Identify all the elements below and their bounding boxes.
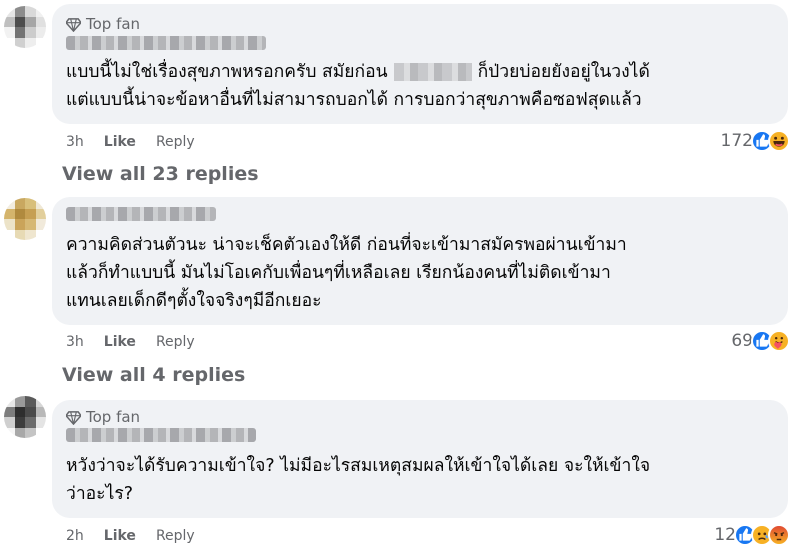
author-name[interactable] [66, 428, 256, 442]
comment-actions: 3h Like Reply [66, 134, 195, 150]
comment-bubble: Top fan แบบนี้ไม่ใช่เรื่องสุขภาพหรอกครับ… [52, 4, 788, 124]
reaction-summary[interactable]: 69 [731, 330, 790, 352]
like-button[interactable]: Like [104, 134, 136, 150]
reaction-summary[interactable]: 172 [721, 130, 790, 152]
comment-text: ความคิดส่วนตัวนะ น่าจะเช็คตัวเองให้ดี ก่… [66, 235, 627, 311]
reply-button[interactable]: Reply [156, 528, 195, 544]
reaction-summary[interactable]: 12 [714, 524, 790, 545]
author-name[interactable] [66, 207, 216, 221]
diamond-icon [66, 410, 81, 425]
view-replies-link[interactable]: View all 23 replies [62, 163, 259, 185]
like-button[interactable]: Like [104, 334, 136, 350]
comment-actions: 2h Like Reply [66, 528, 195, 544]
comment-bubble: Top fan หวังว่าจะได้รับความเข้าใจ? ไม่มี… [52, 400, 788, 518]
avatar[interactable] [4, 396, 46, 438]
like-button[interactable]: Like [104, 528, 136, 544]
reaction-count: 69 [731, 331, 753, 351]
timestamp[interactable]: 3h [66, 134, 84, 150]
top-fan-badge: Top fan [66, 15, 140, 33]
avatar[interactable] [4, 6, 46, 48]
care-icon [768, 330, 790, 352]
comment-bubble: ความคิดส่วนตัวนะ น่าจะเช็คตัวเองให้ดี ก่… [52, 197, 788, 325]
top-fan-badge: Top fan [66, 408, 140, 426]
comment-text: หวังว่าจะได้รับความเข้าใจ? ไม่มีอะไรสมเห… [66, 456, 651, 504]
reaction-count: 172 [720, 131, 753, 151]
view-replies-link[interactable]: View all 4 replies [62, 364, 245, 386]
reply-button[interactable]: Reply [156, 134, 195, 150]
redacted-name [393, 63, 472, 81]
author-name[interactable] [66, 36, 266, 50]
top-fan-label: Top fan [86, 408, 141, 426]
top-fan-label: Top fan [86, 15, 141, 33]
reaction-count: 12 [714, 525, 736, 545]
comment-text: แบบนี้ไม่ใช่เรื่องสุขภาพหรอกครับ สมัยก่อ… [66, 62, 650, 110]
reply-button[interactable]: Reply [156, 334, 195, 350]
timestamp[interactable]: 2h [66, 528, 84, 544]
diamond-icon [66, 17, 81, 32]
angry-icon [768, 524, 790, 545]
timestamp[interactable]: 3h [66, 334, 84, 350]
avatar[interactable] [4, 198, 46, 240]
haha-icon [768, 130, 790, 152]
comment-actions: 3h Like Reply [66, 334, 195, 350]
